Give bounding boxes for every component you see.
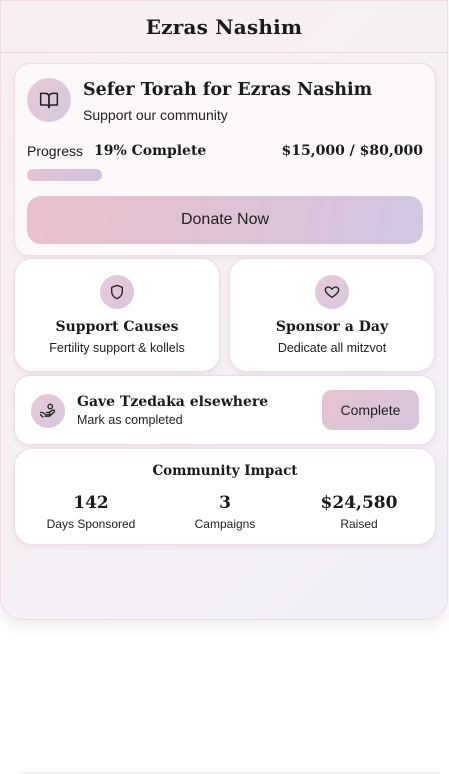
stat-value: $24,580	[320, 493, 398, 513]
stat-campaigns: 3 Campaigns	[155, 492, 295, 531]
campaign-card: Sefer Torah for Ezras Nashim Support our…	[14, 63, 436, 256]
community-impact-card: Community Impact 142 Days Sponsored 3 Ca…	[14, 448, 436, 545]
complete-button[interactable]: Complete	[322, 390, 419, 430]
page-title: Ezras Nashim	[145, 14, 303, 39]
campaign-title: Sefer Torah for Ezras Nashim	[83, 80, 373, 100]
stat-days-sponsored: 142 Days Sponsored	[21, 492, 161, 531]
sponsor-a-day-subtitle: Dedicate all mitzvot	[277, 341, 387, 355]
stat-label: Campaigns	[194, 517, 256, 531]
donate-now-button[interactable]: Donate Now	[27, 196, 423, 244]
app-header: Ezras Nashim	[1, 1, 447, 53]
stat-value: 3	[219, 493, 231, 513]
tzedaka-title: Gave Tzedaka elsewhere	[77, 394, 269, 410]
bottom-divider	[20, 772, 440, 773]
heart-icon	[315, 275, 349, 309]
app-container: Ezras Nashim Sefer Torah for Ezras Nashi…	[0, 0, 448, 620]
hand-coin-icon	[31, 394, 65, 428]
raised-goal-amount: $15,000 / $80,000	[281, 143, 423, 159]
progress-label: Progress	[27, 143, 84, 159]
campaign-subtitle: Support our community	[83, 107, 228, 123]
sponsor-a-day-title: Sponsor a Day	[275, 319, 389, 335]
progress-bar	[27, 169, 423, 181]
support-causes-subtitle: Fertility support & kollels	[49, 341, 185, 355]
sponsor-a-day-card[interactable]: Sponsor a Day Dedicate all mitzvot	[229, 258, 435, 372]
stat-value: 142	[73, 493, 109, 513]
stat-label: Days Sponsored	[46, 517, 136, 531]
shield-icon	[100, 275, 134, 309]
progress-bar-fill	[27, 169, 103, 181]
progress-percentage: 19% Complete	[94, 143, 207, 159]
support-causes-card[interactable]: Support Causes Fertility support & kolle…	[14, 258, 220, 372]
support-causes-title: Support Causes	[55, 319, 179, 335]
stat-raised: $24,580 Raised	[289, 492, 429, 531]
tzedaka-subtitle: Mark as completed	[77, 413, 183, 427]
tzedaka-card: Gave Tzedaka elsewhere Mark as completed…	[14, 375, 436, 445]
stat-label: Raised	[340, 517, 378, 531]
book-icon	[27, 78, 71, 122]
community-impact-title: Community Impact	[152, 463, 298, 479]
